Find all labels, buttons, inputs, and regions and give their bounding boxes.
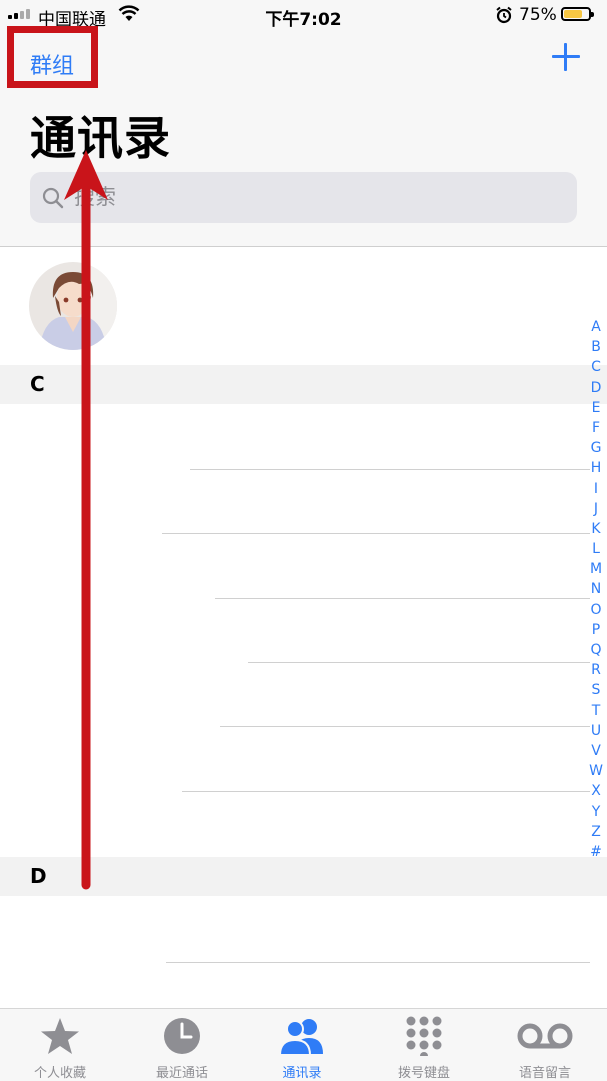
index-letter[interactable]: B (588, 337, 604, 357)
contacts-icon (278, 1019, 323, 1056)
list-item[interactable] (0, 599, 590, 663)
battery-icon (561, 7, 594, 21)
search-input[interactable] (72, 184, 556, 210)
avatar-illustration (29, 262, 117, 350)
section-header-c: C (0, 365, 607, 404)
battery-percent: 75% (519, 5, 557, 25)
clock-icon (164, 1018, 200, 1054)
avatar[interactable] (29, 262, 117, 350)
index-letter[interactable]: # (588, 842, 604, 862)
index-letter[interactable]: Y (588, 802, 604, 822)
battery-fill (564, 10, 582, 18)
index-letter[interactable]: M (588, 559, 604, 579)
tab-voicemail[interactable]: 语音留言 (495, 1015, 595, 1081)
section-letter: D (30, 864, 47, 888)
tab-label: 拨号键盘 (397, 1066, 450, 1081)
index-letter[interactable]: K (588, 519, 604, 539)
index-letter[interactable]: H (588, 458, 604, 478)
row-separator (220, 726, 590, 727)
tab-keypad[interactable]: 拨号键盘 (374, 1015, 474, 1081)
alarm-icon (496, 6, 512, 24)
page-title: 通讯录 (30, 111, 171, 165)
section-index[interactable]: A B C D E F G H I J K L M N O P Q R S T U V W X Y Z # (588, 317, 604, 862)
index-letter[interactable]: G (588, 438, 604, 458)
list-item[interactable] (0, 792, 590, 856)
tab-bar: 个人收藏 最近通话 通讯录 拨号键盘 语音留言 (0, 1008, 607, 1081)
section-letter: C (30, 372, 45, 396)
index-letter[interactable]: T (588, 701, 604, 721)
keypad-icon (406, 1016, 442, 1056)
tab-contacts[interactable]: 通讯录 (252, 1015, 352, 1081)
index-letter[interactable]: S (588, 680, 604, 700)
row-separator (162, 533, 590, 534)
index-letter[interactable]: V (588, 741, 604, 761)
list-item[interactable] (0, 535, 590, 599)
list-item[interactable] (0, 406, 590, 470)
index-letter[interactable]: I (588, 479, 604, 499)
voicemail-icon (517, 1023, 573, 1049)
index-letter[interactable]: F (588, 418, 604, 438)
star-icon (41, 1018, 79, 1054)
tab-label: 语音留言 (518, 1066, 571, 1081)
index-letter[interactable]: P (588, 620, 604, 640)
tab-label: 通讯录 (282, 1066, 322, 1081)
index-letter[interactable]: E (588, 398, 604, 418)
list-item[interactable] (0, 470, 590, 534)
tab-favorites[interactable]: 个人收藏 (10, 1015, 110, 1081)
index-letter[interactable]: Q (588, 640, 604, 660)
search-bar[interactable] (30, 172, 577, 223)
index-letter[interactable]: D (588, 378, 604, 398)
index-letter[interactable]: Z (588, 822, 604, 842)
plus-icon[interactable] (551, 42, 581, 72)
index-letter[interactable]: R (588, 660, 604, 680)
search-icon (42, 187, 64, 209)
index-letter[interactable]: U (588, 721, 604, 741)
index-letter[interactable]: C (588, 357, 604, 377)
index-letter[interactable]: W (588, 761, 604, 781)
tab-label: 个人收藏 (33, 1066, 86, 1081)
tab-recents[interactable]: 最近通话 (132, 1015, 232, 1081)
list-item[interactable] (0, 899, 590, 963)
tab-label: 最近通话 (155, 1066, 208, 1081)
index-letter[interactable]: N (588, 579, 604, 599)
index-letter[interactable]: O (588, 600, 604, 620)
index-letter[interactable]: L (588, 539, 604, 559)
index-letter[interactable]: J (588, 499, 604, 519)
index-letter[interactable]: X (588, 781, 604, 801)
row-separator (166, 962, 590, 963)
list-item[interactable] (0, 728, 590, 792)
section-header-d: D (0, 857, 607, 896)
annotation-highlight-box (7, 26, 98, 88)
index-letter[interactable]: A (588, 317, 604, 337)
list-item[interactable] (0, 663, 590, 727)
